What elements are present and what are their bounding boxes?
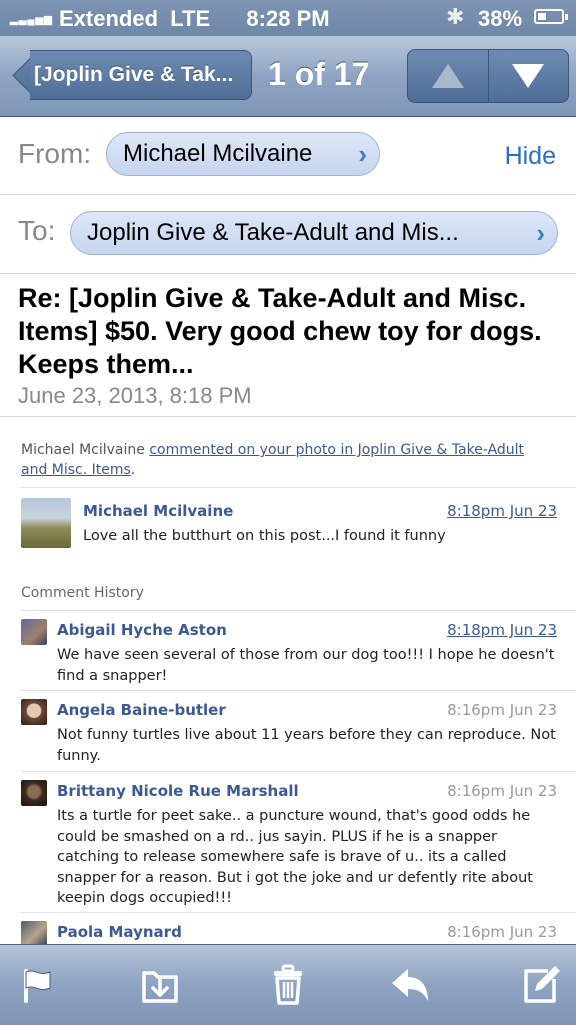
history-comment: Angela Baine-butler 8:16pm Jun 23 Not fu… [21, 699, 557, 769]
to-row: To: Joplin Give & Take-Adult and Mis... … [0, 195, 576, 274]
next-message-button[interactable] [488, 50, 568, 102]
back-button-label: [Joplin Give & Tak... [30, 50, 252, 100]
previous-message-button[interactable] [408, 50, 489, 102]
message-navigator [407, 49, 569, 103]
email-date: June 23, 2013, 8:18 PM [18, 383, 252, 408]
avatar [21, 699, 47, 725]
battery-percent: 38% [478, 6, 523, 31]
back-button[interactable]: [Joplin Give & Tak... [10, 50, 252, 100]
comment-text: Its a turtle for peet sake.. a puncture … [57, 808, 533, 906]
bluetooth-icon: ✱ [446, 4, 465, 29]
divider [21, 912, 576, 913]
comment-timestamp[interactable]: 8:18pm Jun 23 [447, 621, 557, 639]
reply-icon[interactable] [388, 963, 432, 1007]
comment-timestamp: 8:16pm Jun 23 [447, 923, 557, 941]
comment-timestamp[interactable]: 8:18pm Jun 23 [447, 502, 557, 520]
from-label: From: [18, 138, 92, 169]
comment-timestamp: 8:16pm Jun 23 [447, 701, 557, 719]
history-comment: Paola Maynard 8:16pm Jun 23 [21, 921, 557, 944]
from-sender-button[interactable]: Michael Mcilvaine › [106, 132, 380, 176]
commenter-name[interactable]: Brittany Nicole Rue Marshall [57, 782, 299, 800]
divider [21, 610, 576, 611]
to-recipient-button[interactable]: Joplin Give & Take-Adult and Mis... › [70, 211, 558, 255]
commenter-name[interactable]: Paola Maynard [57, 923, 182, 941]
message-counter: 1 of 17 [268, 56, 370, 92]
avatar [21, 619, 47, 645]
recipient-name: Joplin Give & Take-Adult and Mis... [87, 219, 459, 246]
arrow-up-icon [432, 64, 464, 88]
commenter-name[interactable]: Michael Mcilvaine [83, 502, 233, 520]
history-comment: Abigail Hyche Aston 8:18pm Jun 23 We hav… [21, 619, 557, 689]
move-to-folder-icon[interactable] [138, 963, 182, 1007]
avatar [21, 498, 71, 548]
header-divider [0, 416, 576, 417]
navigation-bar: [Joplin Give & Tak... 1 of 17 [0, 36, 576, 117]
status-bar: ▂▃▄▅▆ Extended LTE 8:28 PM ✱ 38% [0, 0, 576, 36]
divider [21, 771, 576, 772]
intro-name: Michael Mcilvaine [21, 442, 145, 458]
commenter-name[interactable]: Angela Baine-butler [57, 701, 226, 719]
from-row: From: Michael Mcilvaine › Hide [0, 117, 576, 195]
arrow-down-icon [512, 64, 544, 88]
email-subject: Re: [Joplin Give & Take-Adult and Misc. … [18, 283, 542, 379]
battery-icon [534, 9, 568, 24]
divider [21, 690, 576, 691]
commenter-name[interactable]: Abigail Hyche Aston [57, 621, 227, 639]
bottom-toolbar [0, 944, 576, 1025]
flag-icon[interactable] [16, 963, 60, 1007]
avatar [21, 780, 47, 806]
chevron-right-icon: › [358, 139, 367, 169]
trash-icon[interactable] [266, 963, 310, 1007]
comment-text: Not funny turtles live about 11 years be… [57, 727, 556, 764]
hide-details-button[interactable]: Hide [505, 142, 556, 171]
chevron-right-icon: › [536, 218, 545, 248]
notification-intro: Michael Mcilvaine commented on your phot… [21, 442, 525, 478]
main-comment: Michael Mcilvaine 8:18pm Jun 23 Love all… [21, 498, 557, 558]
divider [21, 487, 576, 488]
comment-timestamp: 8:16pm Jun 23 [447, 782, 557, 800]
compose-icon[interactable] [518, 963, 562, 1007]
sender-name: Michael Mcilvaine [123, 140, 313, 167]
comment-text: Love all the butthurt on this post...I f… [83, 528, 446, 544]
comment-text: We have seen several of those from our d… [57, 647, 555, 684]
to-label: To: [18, 215, 56, 246]
history-comment: Brittany Nicole Rue Marshall 8:16pm Jun … [21, 780, 557, 910]
comment-history-heading: Comment History [21, 585, 144, 601]
avatar [21, 921, 47, 944]
